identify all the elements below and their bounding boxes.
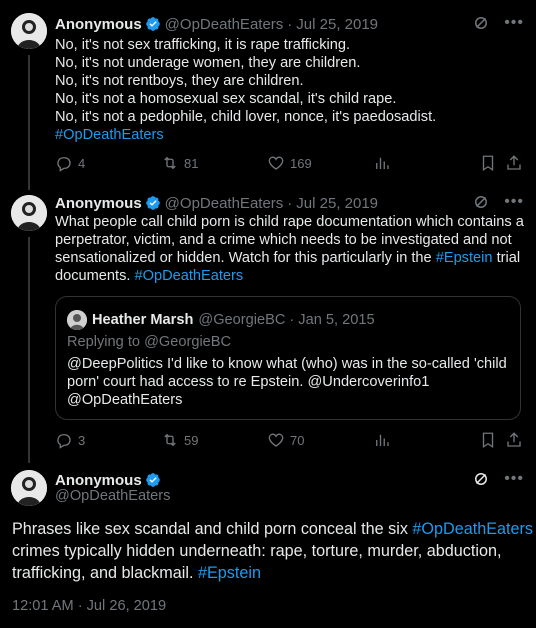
avatar[interactable]	[11, 470, 47, 506]
action-bar: 3 59 70	[55, 430, 525, 450]
like-icon	[268, 433, 284, 447]
tweet-date[interactable]: Jul 25, 2019	[296, 16, 378, 33]
like-icon	[268, 156, 284, 170]
bookmark-button[interactable]	[479, 430, 497, 450]
quote-header: Heather Marsh @GeorgieBC · Jan 5, 2015	[92, 310, 375, 330]
more-icon[interactable]: •••	[504, 470, 524, 488]
verified-badge-icon	[145, 196, 160, 210]
tweet-2[interactable]: Anonymous @OpDeathEaters · Jul 25, 2019 …	[0, 183, 536, 463]
verified-badge-icon	[145, 473, 160, 487]
grok-icon[interactable]	[472, 470, 490, 488]
reply-button[interactable]: 4	[55, 153, 85, 173]
thread-line	[28, 55, 30, 190]
tweet-line: No, it's not a pedophile, child lover, n…	[55, 109, 437, 125]
tweet-header: Anonymous @OpDeathEaters · Jul 25, 2019 …	[55, 193, 524, 213]
like-count: 70	[290, 432, 305, 448]
views-button[interactable]	[373, 430, 391, 450]
more-icon[interactable]: •••	[504, 193, 524, 211]
author-name[interactable]: Anonymous	[55, 16, 142, 33]
reply-count: 4	[78, 155, 86, 171]
reply-icon	[57, 434, 71, 449]
quote-avatar	[67, 310, 87, 330]
tweet-timestamp[interactable]: 12:01 AM · Jul 26, 2019	[12, 598, 166, 614]
hashtag-link[interactable]: #OpDeathEaters	[135, 268, 244, 284]
hashtag-link[interactable]: #Epstein	[198, 564, 261, 582]
quote-line: porn' court had access to re Epstein. @U…	[67, 374, 430, 390]
author-name[interactable]: Anonymous	[55, 195, 142, 212]
share-icon	[507, 432, 521, 447]
tweet-header: Anonymous •••	[55, 470, 524, 490]
retweet-icon	[164, 433, 176, 447]
quote-date: Jan 5, 2015	[298, 312, 375, 328]
grok-icon[interactable]	[472, 193, 490, 211]
reply-icon	[57, 157, 71, 172]
quote-line: @OpDeathEaters	[67, 392, 183, 408]
retweet-button[interactable]: 59	[161, 430, 198, 450]
reply-count: 3	[78, 432, 86, 448]
retweet-count: 59	[184, 432, 199, 448]
retweet-count: 81	[184, 155, 199, 171]
like-button[interactable]: 70	[267, 430, 304, 450]
tweet-date[interactable]: Jul 25, 2019	[296, 195, 378, 212]
tweet-line: Phrases like sex scandal and child porn …	[12, 520, 413, 538]
tweet-line: sensationalized or hidden. Watch for thi…	[55, 250, 436, 266]
reply-button[interactable]: 3	[55, 430, 85, 450]
tweet-text: Phrases like sex scandal and child porn …	[12, 518, 533, 584]
hashtag-link[interactable]: #Epstein	[436, 250, 493, 266]
hashtag-link[interactable]: #OpDeathEaters	[412, 520, 533, 538]
more-icon[interactable]: •••	[504, 14, 524, 32]
tweet-header: Anonymous @OpDeathEaters · Jul 25, 2019 …	[55, 14, 524, 34]
author-handle[interactable]: @OpDeathEaters	[55, 488, 170, 504]
retweet-icon	[164, 156, 176, 170]
separator: ·	[287, 194, 293, 212]
views-button[interactable]	[373, 153, 391, 173]
share-button[interactable]	[505, 153, 523, 173]
author-name[interactable]: Anonymous	[55, 472, 142, 489]
retweet-button[interactable]: 81	[161, 153, 198, 173]
tweet-text: No, it's not sex trafficking, it is rape…	[55, 36, 522, 144]
thread-line	[28, 237, 30, 463]
separator: ·	[289, 312, 295, 328]
quote-author-name: Heather Marsh	[92, 312, 194, 328]
tweet-line: perpetrator, victim, and a crime which n…	[55, 232, 512, 248]
like-button[interactable]: 169	[267, 153, 312, 173]
like-count: 169	[290, 155, 312, 171]
quote-line: @DeepPolitics I'd like to know what (who…	[67, 356, 507, 372]
tweet-text: What people call child porn is child rap…	[55, 213, 524, 285]
tweet-line: No, it's not underage women, they are ch…	[55, 55, 361, 71]
tweet-line: No, it's not rentboys, they are children…	[55, 73, 304, 89]
action-bar: 4 81 169	[55, 153, 525, 173]
quote-author-handle: @GeorgieBC	[198, 312, 286, 328]
separator: ·	[287, 15, 293, 33]
quote-text: @DeepPolitics I'd like to know what (who…	[67, 355, 510, 409]
avatar[interactable]	[11, 195, 47, 231]
verified-badge-icon	[145, 17, 160, 31]
hashtag-link[interactable]: #OpDeathEaters	[55, 127, 164, 143]
tweet-line: No, it's not sex trafficking, it is rape…	[55, 37, 351, 53]
grok-icon[interactable]	[472, 14, 490, 32]
quote-reply-to: Replying to @GeorgieBC	[67, 334, 232, 350]
tweet-line: trial	[492, 250, 521, 266]
bookmark-button[interactable]	[479, 153, 497, 173]
bookmark-icon	[482, 155, 494, 172]
author-handle[interactable]: @OpDeathEaters	[165, 16, 284, 33]
tweet-line: crimes typically hidden underneath: rape…	[12, 542, 502, 560]
tweet-line: trafficking, and blackmail.	[12, 564, 198, 582]
share-icon	[507, 155, 521, 170]
avatar[interactable]	[11, 13, 47, 49]
tweet-line: documents.	[55, 268, 135, 284]
views-icon	[376, 434, 389, 446]
tweet-line: No, it's not a homosexual sex scandal, i…	[55, 91, 397, 107]
views-icon	[376, 157, 389, 169]
author-handle[interactable]: @OpDeathEaters	[165, 195, 284, 212]
share-button[interactable]	[505, 430, 523, 450]
quoted-tweet[interactable]: Heather Marsh @GeorgieBC · Jan 5, 2015 R…	[55, 296, 521, 420]
bookmark-icon	[482, 432, 494, 449]
tweet-1[interactable]: Anonymous @OpDeathEaters · Jul 25, 2019 …	[0, 0, 536, 190]
tweet-line: What people call child porn is child rap…	[55, 214, 524, 230]
